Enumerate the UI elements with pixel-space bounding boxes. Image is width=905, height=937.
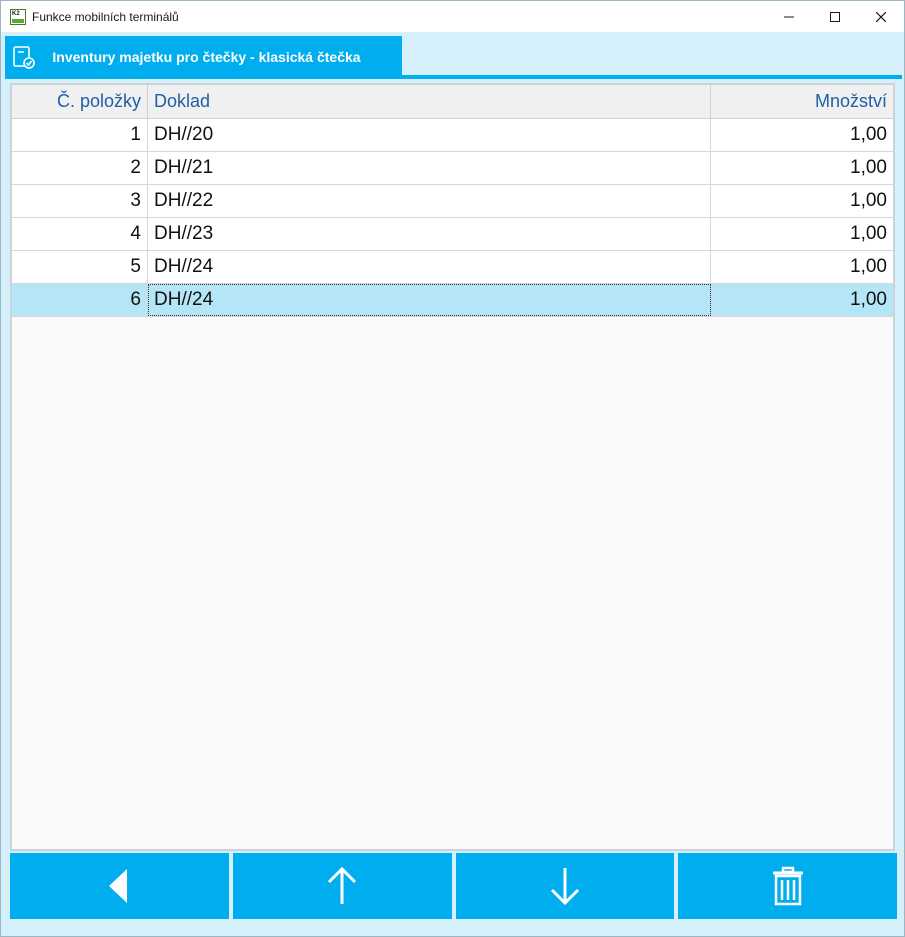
cell-document: DH//24 [148,251,711,283]
items-grid: Č. položky Doklad Množství 1 DH//20 1,00… [10,83,895,851]
minimize-button[interactable] [766,1,812,32]
cell-quantity: 1,00 [850,289,887,310]
table-row[interactable]: 2 DH//21 1,00 [12,152,893,185]
close-button[interactable] [858,1,904,32]
maximize-button[interactable] [812,1,858,32]
arrow-down-icon [550,868,579,906]
app-window: K2 Funkce mobilních terminálů Inventury … [0,0,905,937]
column-header-item-number[interactable]: Č. položky [12,85,148,118]
down-button[interactable] [455,853,675,919]
triangle-left-icon [109,869,128,903]
cell-item-number: 1 [12,119,148,151]
cell-item-number: 6 [12,284,148,316]
button-bar [10,853,897,919]
cell-quantity: 1,00 [850,157,887,178]
tab-label: Inventury majetku pro čtečky - klasická … [52,49,361,65]
cell-item-number: 4 [12,218,148,250]
window-title: Funkce mobilních terminálů [32,9,179,24]
cell-item-number: 2 [12,152,148,184]
table-row[interactable]: 4 DH//23 1,00 [12,218,893,251]
cell-document: DH//20 [148,119,711,151]
app-logo-icon: K2 [10,8,26,25]
cell-document: DH//22 [148,185,711,217]
cell-quantity: 1,00 [850,223,887,244]
cell-item-number: 5 [12,251,148,283]
window-controls [766,1,904,32]
up-button[interactable] [232,853,452,919]
back-button[interactable] [10,853,229,919]
trash-icon [772,866,803,906]
table-row[interactable]: 3 DH//22 1,00 [12,185,893,218]
maximize-icon [830,11,840,22]
table-row[interactable]: 5 DH//24 1,00 [12,251,893,284]
cell-document: DH//21 [148,152,711,184]
cell-quantity: 1,00 [850,190,887,211]
cell-document: DH//23 [148,218,711,250]
table-row[interactable]: 1 DH//20 1,00 [12,119,893,152]
tab-strip: Inventury majetku pro čtečky - klasická … [5,32,902,79]
grid-header: Č. položky Doklad Množství [12,85,893,119]
cell-document: DH//24 [148,284,711,316]
cell-item-number: 3 [12,185,148,217]
document-check-icon [13,46,35,69]
close-icon [876,11,886,22]
arrow-up-icon [328,866,357,904]
column-header-quantity[interactable]: Množství [711,85,893,118]
cell-quantity: 1,00 [850,124,887,145]
minimize-icon [784,16,794,17]
table-row-selected[interactable]: 6 DH//24 1,00 [12,284,893,317]
tab-inventory[interactable]: Inventury majetku pro čtečky - klasická … [5,36,402,78]
title-bar: K2 Funkce mobilních terminálů [1,1,904,32]
delete-button[interactable] [678,853,897,919]
cell-quantity: 1,00 [850,256,887,277]
grid-rows: 1 DH//20 1,00 2 DH//21 1,00 3 DH//22 1,0… [12,119,893,317]
column-header-document[interactable]: Doklad [148,85,711,118]
tab-underline [5,75,902,79]
